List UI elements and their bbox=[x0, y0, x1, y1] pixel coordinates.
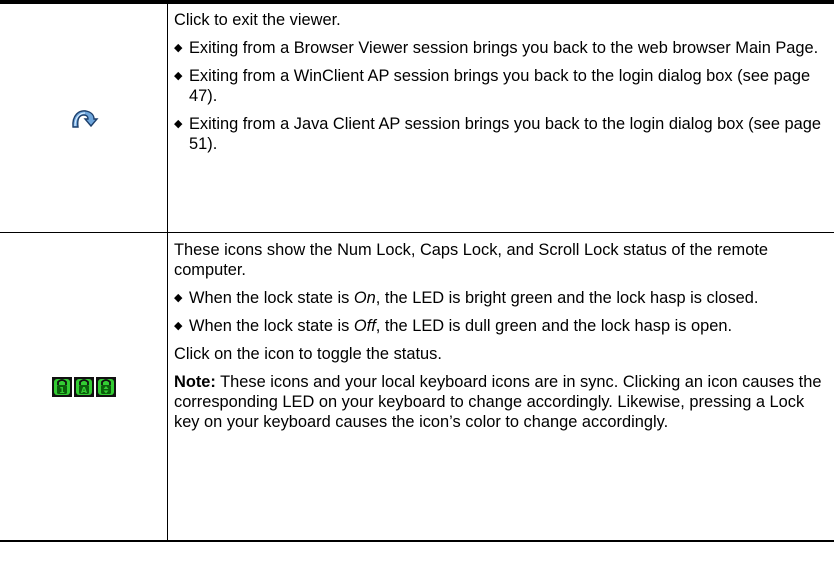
list-item: ◆ When the lock state is Off, the LED is… bbox=[174, 316, 824, 336]
bullet-text: Exiting from a WinClient AP session brin… bbox=[189, 67, 811, 105]
svg-text:1: 1 bbox=[59, 386, 65, 395]
note-text: These icons and your local keyboard icon… bbox=[174, 373, 822, 431]
feature-table: Click to exit the viewer. ◆ Exiting from… bbox=[0, 0, 834, 542]
bullet-on-post: , the LED is bright green and the lock h… bbox=[375, 289, 759, 307]
bullet-off-pre: When the lock state is bbox=[189, 317, 354, 335]
bullet-diamond-icon: ◆ bbox=[174, 320, 183, 332]
bullet-diamond-icon: ◆ bbox=[174, 42, 183, 54]
svg-text:A: A bbox=[80, 386, 87, 395]
list-item: ◆ Exiting from a WinClient AP session br… bbox=[174, 66, 824, 106]
lock-description: These icons show the Num Lock, Caps Lock… bbox=[168, 233, 834, 540]
bullet-text: Exiting from a Java Client AP session br… bbox=[189, 115, 822, 153]
icon-cell-exit bbox=[0, 4, 168, 232]
bullet-diamond-icon: ◆ bbox=[174, 292, 183, 304]
list-item: ◆ Exiting from a Browser Viewer session … bbox=[174, 38, 824, 58]
icon-cell-lock: 1 A bbox=[0, 233, 168, 540]
bullet-text: When the lock state is Off, the LED is d… bbox=[189, 316, 824, 336]
state-on: On bbox=[353, 289, 376, 307]
exit-intro: Click to exit the viewer. bbox=[174, 11, 341, 29]
note-label: Note: bbox=[174, 373, 216, 391]
exit-description: Click to exit the viewer. ◆ Exiting from… bbox=[168, 4, 834, 232]
bullet-on-pre: When the lock state is bbox=[189, 289, 354, 307]
bullet-diamond-icon: ◆ bbox=[174, 70, 183, 82]
bullet-text: Exiting from a Browser Viewer session br… bbox=[189, 39, 819, 57]
bullet-off-post: , the LED is dull green and the lock has… bbox=[375, 317, 733, 335]
table-row-exit: Click to exit the viewer. ◆ Exiting from… bbox=[0, 4, 834, 233]
toggle-instruction: Click on the icon to toggle the status. bbox=[174, 345, 442, 363]
table-row-lock: 1 A These icons show the Num Lock, Caps … bbox=[0, 233, 834, 542]
sync-note: Note: These icons and your local keyboar… bbox=[174, 372, 824, 432]
lock-intro: These icons show the Num Lock, Caps Lock… bbox=[174, 241, 768, 279]
scroll-lock-icon[interactable] bbox=[95, 376, 116, 397]
bullet-diamond-icon: ◆ bbox=[174, 118, 183, 130]
exit-viewer-arrow-icon[interactable] bbox=[69, 105, 99, 131]
lock-icons-group: 1 A bbox=[51, 376, 116, 397]
list-item: ◆ Exiting from a Java Client AP session … bbox=[174, 114, 824, 154]
list-item: ◆ When the lock state is On, the LED is … bbox=[174, 288, 824, 308]
num-lock-icon[interactable]: 1 bbox=[51, 376, 72, 397]
bullet-text: When the lock state is On, the LED is br… bbox=[189, 288, 824, 308]
state-off: Off bbox=[353, 317, 376, 335]
caps-lock-icon[interactable]: A bbox=[73, 376, 94, 397]
